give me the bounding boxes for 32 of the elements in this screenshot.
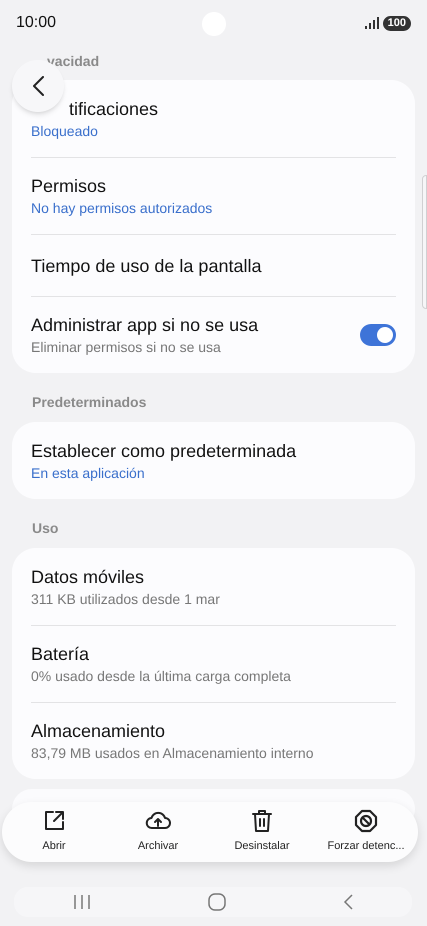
setting-subtitle: En esta aplicación (31, 464, 146, 482)
back-icon[interactable] (343, 894, 354, 910)
setting-subtitle: Bloqueado (31, 122, 99, 140)
section-header: Predeterminados (32, 394, 146, 410)
home-icon[interactable] (208, 893, 226, 911)
action-button[interactable]: Archivar (106, 809, 210, 855)
setting-title[interactable]: Datos móviles (31, 564, 220, 588)
setting-subtitle: 311 KB utilizados desde 1 mar (31, 590, 220, 608)
setting-title[interactable]: Batería (31, 642, 291, 666)
stop-icon (354, 809, 378, 834)
battery-level: 100 (382, 16, 411, 30)
setting-title[interactable]: Establecer como predeterminada (31, 438, 296, 462)
setting-title[interactable]: Administrar app si no se usa (31, 313, 258, 337)
setting-subtitle: No hay permisos autorizados (31, 199, 212, 218)
toggle-switch[interactable] (360, 324, 396, 346)
setting-title[interactable]: Almacenamiento (31, 719, 314, 743)
trash-icon (251, 809, 273, 834)
section-header: vacidad (47, 53, 100, 69)
setting-title[interactable]: Permisos (31, 174, 212, 198)
action-button[interactable]: Desinstalar (210, 809, 314, 855)
setting-subtitle: 0% usado desde la última carga completa (31, 667, 291, 686)
setting-subtitle: Eliminar permisos si no se usa (31, 338, 222, 357)
status-time: 10:00 (16, 13, 56, 33)
recent-apps-icon[interactable] (72, 894, 91, 910)
action-button[interactable]: Forzar detenc... (314, 809, 418, 855)
back-icon (32, 76, 44, 96)
section-header: Uso (32, 520, 58, 536)
signal-icon (364, 17, 379, 29)
setting-title[interactable]: tificaciones (69, 96, 158, 120)
setting-title[interactable]: Tiempo de uso de la pantalla (31, 254, 262, 278)
setting-subtitle: 83,79 MB usados en Almacenamiento interno (31, 744, 314, 763)
action-button[interactable]: Abrir (2, 809, 106, 855)
